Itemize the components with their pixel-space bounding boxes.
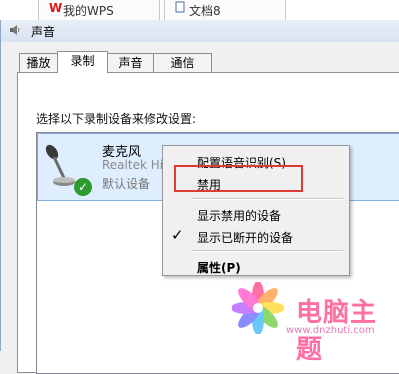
menu-separator [191, 250, 343, 252]
title-bar: 声音 [1, 20, 399, 42]
tab-sounds[interactable]: 声音 [107, 53, 154, 72]
flower-logo-icon [232, 282, 284, 334]
menu-item-show-disconnected[interactable]: ✓ 显示已断开的设备 [163, 225, 349, 247]
menu-item-properties[interactable]: 属性(P) [163, 255, 349, 277]
checkmark-icon: ✓ [171, 226, 184, 244]
tab-communications[interactable]: 通信 [153, 53, 212, 72]
device-driver: Realtek Hig [102, 158, 171, 172]
device-status: 默认设备 [102, 177, 151, 191]
speaker-icon [10, 25, 20, 35]
default-device-check-icon: ✓ [74, 178, 92, 196]
menu-label: 属性(P) [197, 261, 241, 275]
menu-label: 显示禁用的设备 [197, 209, 282, 223]
tab-recording[interactable]: 录制 [57, 51, 108, 73]
menu-separator [191, 198, 343, 200]
tab-label: 我的WPS [63, 4, 114, 18]
instruction-text: 选择以下录制设备来修改设置: [36, 112, 197, 126]
wps-icon: W [49, 1, 63, 15]
microphone-icon [45, 144, 75, 186]
document-icon [175, 1, 185, 13]
watermark-url: www.dnzhuti.com [286, 325, 375, 336]
tab-playback[interactable]: 播放 [19, 53, 58, 72]
watermark: 电脑主题 www.dnzhuti.com [220, 278, 399, 365]
tab-document[interactable]: 文档8 [164, 0, 286, 20]
dialog-title: 声音 [31, 25, 56, 39]
tab-my-wps[interactable]: W 我的WPS [38, 0, 160, 20]
background-tab-strip: W 我的WPS 文档8 [0, 0, 399, 21]
tab-label: 文档8 [189, 4, 221, 18]
menu-item-show-disabled[interactable]: 显示禁用的设备 [163, 203, 349, 225]
menu-label: 显示已断开的设备 [197, 231, 294, 245]
highlight-box [174, 165, 303, 192]
